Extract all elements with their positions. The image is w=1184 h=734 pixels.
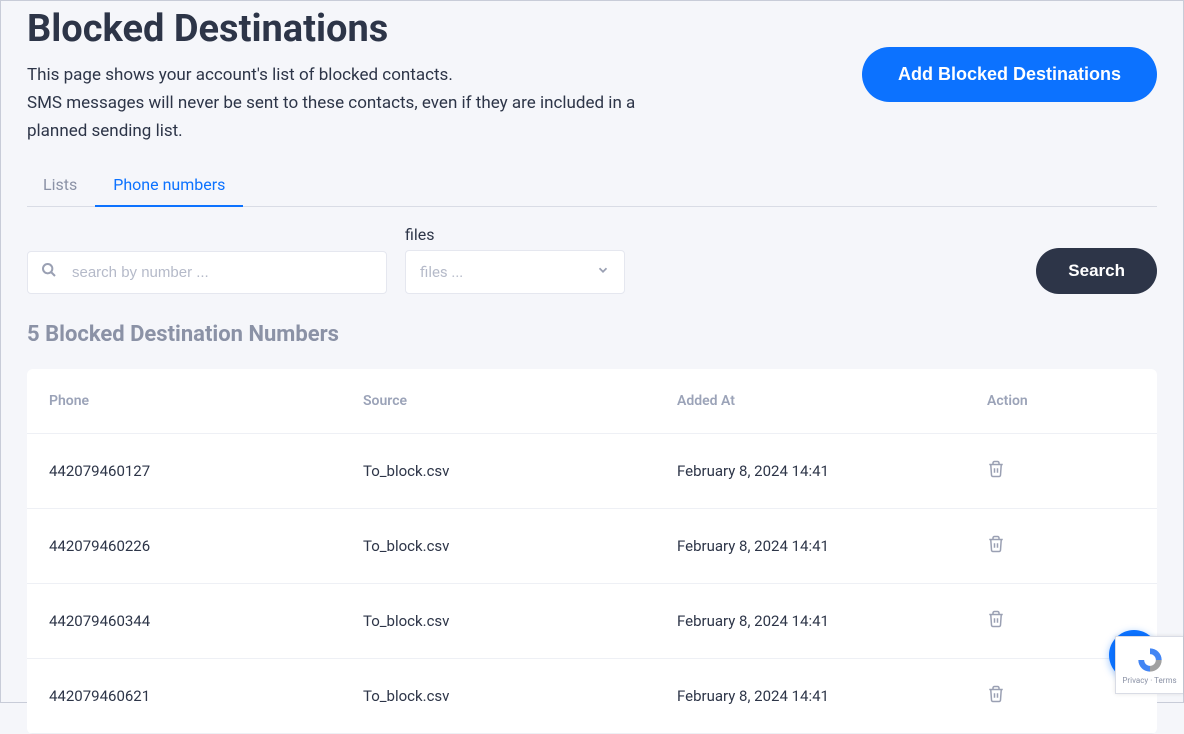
cell-phone: 442079460621 — [49, 687, 363, 705]
page-title: Blocked Destinations — [27, 9, 727, 51]
page-description: This page shows your account's list of b… — [27, 61, 692, 145]
cell-added-at: February 8, 2024 14:41 — [677, 687, 987, 705]
description-line-2: SMS messages will never be sent to these… — [27, 93, 635, 141]
header-source: Source — [363, 393, 677, 409]
table-row: 442079460621 To_block.csv February 8, 20… — [27, 659, 1157, 734]
cell-added-at: February 8, 2024 14:41 — [677, 612, 987, 630]
table-row: 442079460344 To_block.csv February 8, 20… — [27, 584, 1157, 659]
cell-source: To_block.csv — [363, 612, 677, 630]
header-phone: Phone — [49, 393, 363, 409]
files-placeholder: files ... — [420, 263, 463, 281]
cell-source: To_block.csv — [363, 462, 677, 480]
count-title: 5 Blocked Destination Numbers — [27, 322, 1157, 347]
blocked-numbers-table: Phone Source Added At Action 44207946012… — [27, 369, 1157, 734]
recaptcha-icon — [1136, 646, 1164, 674]
trash-icon[interactable] — [987, 685, 1005, 703]
trash-icon[interactable] — [987, 535, 1005, 553]
recaptcha-text: Privacy · Terms — [1122, 676, 1176, 685]
cell-added-at: February 8, 2024 14:41 — [677, 537, 987, 555]
recaptcha-badge: Privacy · Terms — [1115, 636, 1183, 694]
add-blocked-destinations-button[interactable]: Add Blocked Destinations — [862, 47, 1157, 102]
table-row: 442079460226 To_block.csv February 8, 20… — [27, 509, 1157, 584]
header-added-at: Added At — [677, 393, 987, 409]
tab-lists[interactable]: Lists — [43, 165, 77, 206]
files-select[interactable]: files ... — [405, 250, 625, 294]
tab-phone-numbers[interactable]: Phone numbers — [113, 165, 225, 206]
tabs-container: Lists Phone numbers — [27, 165, 1157, 207]
files-label: files — [405, 225, 625, 244]
cell-source: To_block.csv — [363, 687, 677, 705]
header-action: Action — [987, 393, 1135, 409]
cell-phone: 442079460226 — [49, 537, 363, 555]
cell-source: To_block.csv — [363, 537, 677, 555]
cell-phone: 442079460127 — [49, 462, 363, 480]
cell-phone: 442079460344 — [49, 612, 363, 630]
description-line-1: This page shows your account's list of b… — [27, 65, 453, 85]
cell-added-at: February 8, 2024 14:41 — [677, 462, 987, 480]
search-button[interactable]: Search — [1036, 248, 1157, 294]
table-row: 442079460127 To_block.csv February 8, 20… — [27, 434, 1157, 509]
trash-icon[interactable] — [987, 460, 1005, 478]
search-icon — [41, 262, 57, 282]
trash-icon[interactable] — [987, 610, 1005, 628]
search-input[interactable] — [27, 251, 387, 294]
table-header: Phone Source Added At Action — [27, 369, 1157, 434]
chevron-down-icon — [596, 263, 610, 281]
